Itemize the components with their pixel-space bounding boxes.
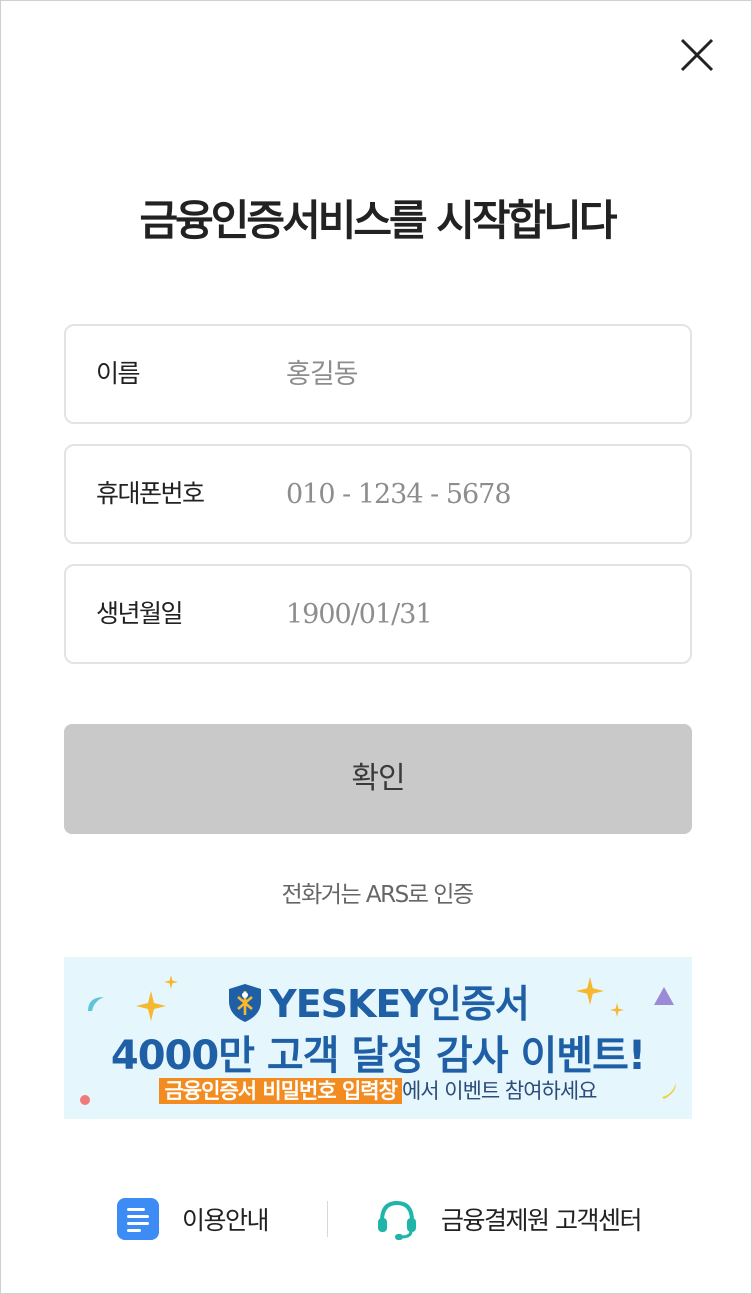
modal-frame: 금융인증서비스를 시작합니다 이름 휴대폰번호 생년월일 확인 전화거는 ARS…: [0, 0, 752, 1294]
close-icon: [680, 38, 714, 72]
footer: 이용안내 금융결제원 고객센터: [1, 1191, 752, 1247]
headset-icon: [378, 1200, 416, 1240]
customer-center-label: 금융결제원 고객센터: [441, 1206, 642, 1235]
confirm-button[interactable]: 확인: [64, 724, 692, 834]
name-field: 이름: [64, 324, 692, 424]
phone-field: 휴대폰번호: [64, 444, 692, 544]
name-label: 이름: [96, 359, 141, 388]
close-button[interactable]: [677, 35, 717, 75]
birth-input[interactable]: [286, 586, 666, 642]
banner-subtext: 금융인증서 비밀번호 입력창 에서 이벤트 참여하세요: [64, 1075, 692, 1105]
customer-center-link[interactable]: 금융결제원 고객센터: [375, 1191, 642, 1247]
banner-title: YESKEY인증서: [64, 973, 692, 1028]
banner-subtext-rest: 에서 이벤트 참여하세요: [401, 1079, 598, 1103]
phone-input[interactable]: [286, 466, 666, 522]
page-title: 금융인증서비스를 시작합니다: [139, 196, 618, 245]
ars-auth-link[interactable]: 전화거는 ARS로 인증: [1, 875, 752, 909]
footer-divider: [327, 1201, 328, 1237]
document-icon: [117, 1198, 159, 1240]
shield-icon: [229, 984, 262, 1022]
event-banner[interactable]: YESKEY인증서 4000만 고객 달성 감사 이벤트! 금융인증서 비밀번호…: [64, 957, 692, 1119]
banner-headline: 4000만 고객 달성 감사 이벤트!: [110, 1033, 646, 1079]
birth-label: 생년월일: [96, 599, 184, 628]
usage-guide-link[interactable]: 이용안내: [116, 1191, 270, 1247]
banner-title-text: YESKEY인증서: [269, 982, 530, 1026]
banner-highlight: 금융인증서 비밀번호 입력창: [159, 1078, 402, 1104]
phone-label: 휴대폰번호: [96, 479, 205, 508]
name-input[interactable]: [286, 346, 666, 402]
usage-guide-label: 이용안내: [182, 1206, 270, 1235]
birth-field: 생년월일: [64, 564, 692, 664]
